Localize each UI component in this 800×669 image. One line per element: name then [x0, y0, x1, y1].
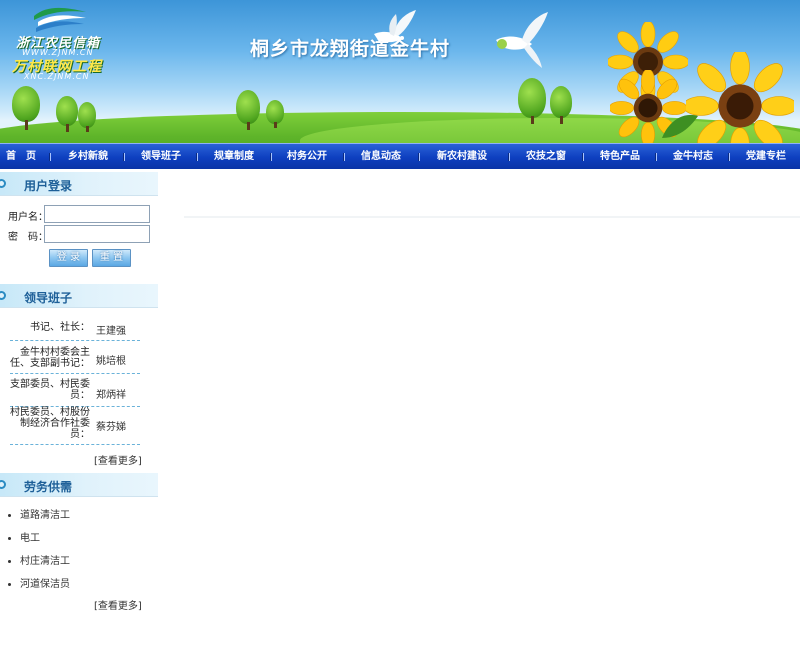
nav-item-rules[interactable]: 规章制度	[214, 144, 254, 170]
username-label: 用户名：	[8, 212, 48, 223]
labor-panel-header: 劳务供需	[0, 473, 158, 497]
labor-more-link[interactable]: [查看更多]	[94, 597, 142, 612]
site-logo[interactable]: 浙江农民信箱 WWW.ZJNM.CN 万村联网工程 XNC.ZJNM.CN	[10, 6, 110, 81]
nav-separator	[49, 153, 51, 161]
leader-name: 郑炳祥	[96, 390, 126, 401]
nav-item-home[interactable]: 首 页	[6, 144, 36, 170]
leaders-more-link[interactable]: [查看更多]	[94, 452, 142, 467]
reset-button[interactable]: 重 置	[92, 249, 131, 267]
labor-list-item[interactable]: 道路清洁工	[8, 506, 70, 521]
nav-separator	[270, 153, 272, 161]
leader-role: 村民委员、村股份制经济合作社委员：	[10, 407, 90, 440]
labor-list-item[interactable]: 河道保洁员	[8, 575, 70, 590]
nav-item-leaders[interactable]: 领导班子	[141, 144, 181, 170]
labor-item-label: 道路清洁工	[20, 510, 70, 521]
nav-item-new-countryside[interactable]: 新农村建设	[437, 144, 487, 170]
bullet-icon	[0, 291, 6, 300]
login-button[interactable]: 登 录	[49, 249, 88, 267]
password-input[interactable]	[44, 225, 150, 243]
leaf-image	[662, 114, 698, 138]
site-title: 桐乡市龙翔街道金牛村	[250, 38, 451, 60]
nav-item-specialty[interactable]: 特色产品	[600, 144, 640, 170]
leaders-panel-title: 领导班子	[24, 291, 73, 305]
nav-item-party-building[interactable]: 党建专栏	[746, 144, 786, 170]
login-panel-title: 用户登录	[24, 179, 73, 193]
nav-separator	[655, 153, 657, 161]
labor-item-label: 村庄清洁工	[20, 556, 70, 567]
bullet-icon	[0, 179, 6, 188]
header-banner: 浙江农民信箱 WWW.ZJNM.CN 万村联网工程 XNC.ZJNM.CN 桐乡…	[0, 0, 800, 143]
nav-separator	[508, 153, 510, 161]
sunflower-image	[686, 52, 794, 143]
leader-row: 支部委员、村民委员： 郑炳祥	[10, 374, 140, 407]
leader-role: 金牛村村委会主任、支部副书记：	[10, 347, 90, 369]
nav-separator	[582, 153, 584, 161]
labor-panel-title: 劳务供需	[24, 480, 73, 494]
bullet-dot-icon	[8, 559, 11, 563]
bullet-dot-icon	[8, 536, 11, 540]
bullet-dot-icon	[8, 582, 11, 586]
leader-row: 书记、社长： 王建强	[10, 316, 140, 341]
labor-list-item[interactable]: 村庄清洁工	[8, 552, 70, 567]
leader-role: 书记、社长：	[30, 322, 90, 333]
content-divider	[184, 216, 800, 218]
leader-name: 姚培根	[96, 356, 126, 367]
nav-separator	[418, 153, 420, 161]
password-label: 密 码：	[8, 232, 48, 243]
labor-item-label: 电工	[20, 533, 40, 544]
nav-item-agri-tech[interactable]: 农技之窗	[526, 144, 566, 170]
leader-name: 王建强	[96, 326, 126, 337]
username-input[interactable]	[44, 205, 150, 223]
leader-name: 蔡芬娣	[96, 422, 126, 433]
logo-wave-icon	[34, 7, 86, 32]
labor-item-label: 河道保洁员	[20, 579, 70, 590]
dove-image	[496, 12, 548, 68]
logo-url-secondary: XNC.ZJNM.CN	[24, 72, 90, 81]
nav-separator	[196, 153, 198, 161]
nav-separator	[343, 153, 345, 161]
dove-image	[374, 10, 416, 43]
login-panel-header: 用户登录	[0, 172, 158, 196]
nav-item-chronicle[interactable]: 金牛村志	[673, 144, 713, 170]
main-nav: 首 页 乡村新貌 领导班子 规章制度 村务公开 信息动态 新农村建设 农技之窗 …	[0, 143, 800, 169]
bullet-dot-icon	[8, 513, 11, 517]
leaders-panel-header: 领导班子	[0, 284, 158, 308]
leader-role: 支部委员、村民委员：	[10, 379, 90, 401]
labor-list-item[interactable]: 电工	[8, 529, 40, 544]
leader-row: 村民委员、村股份制经济合作社委员： 蔡芬娣	[10, 407, 140, 445]
nav-item-news[interactable]: 信息动态	[361, 144, 401, 170]
nav-separator	[728, 153, 730, 161]
leader-row: 金牛村村委会主任、支部副书记： 姚培根	[10, 341, 140, 374]
nav-item-village-look[interactable]: 乡村新貌	[68, 144, 108, 170]
nav-separator	[123, 153, 125, 161]
nav-item-village-affairs[interactable]: 村务公开	[287, 144, 327, 170]
bullet-icon	[0, 480, 6, 489]
